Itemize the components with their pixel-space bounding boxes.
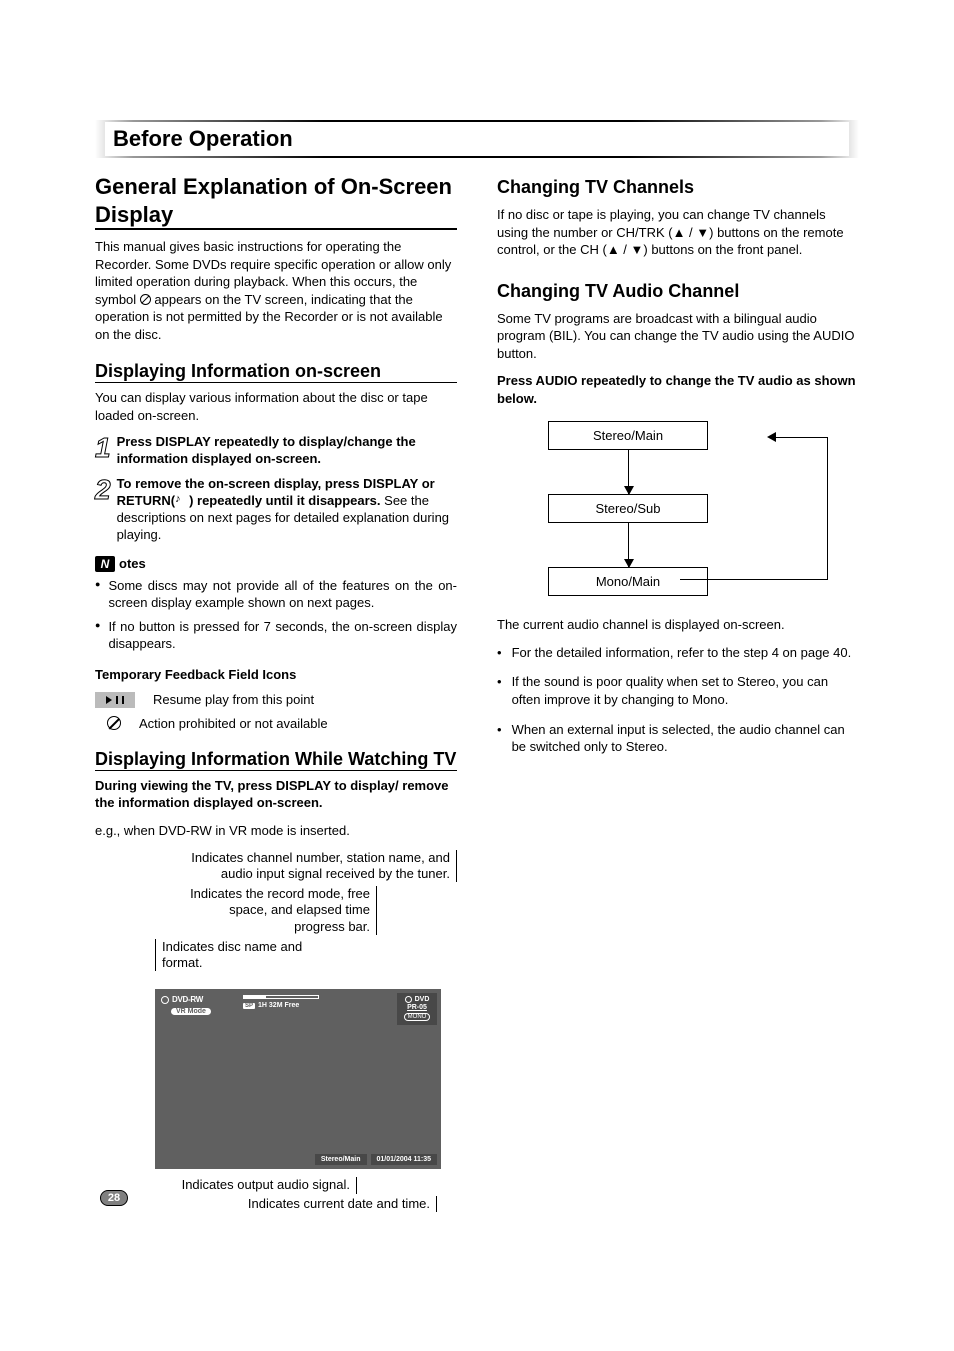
osd-sp-badge: SP: [243, 1003, 255, 1009]
audio-option-1: Stereo/Main: [548, 421, 708, 450]
b3-text: When an external input is selected, the …: [512, 721, 859, 756]
audio-option-2: Stereo/Sub: [548, 494, 708, 523]
resume-play-icon: [95, 692, 135, 708]
step2-bold-b: ) repeatedly until it disappears.: [189, 493, 380, 508]
osd-dvd-label: DVD: [415, 996, 430, 1003]
callout-tuner: Indicates channel number, station name, …: [161, 850, 457, 883]
audio-note-2: If the sound is poor quality when set to…: [497, 673, 859, 708]
step-number-1: 1: [95, 434, 111, 468]
osd-figure: Indicates channel number, station name, …: [95, 850, 457, 1212]
notes-list: Some discs may not provide all of the fe…: [95, 577, 457, 653]
osd-record-info: SP 1H 32M Free: [243, 995, 323, 1009]
section-title: Before Operation: [105, 122, 849, 156]
prohibited-icon: [140, 294, 151, 305]
changing-channels-heading: Changing TV Channels: [497, 177, 859, 198]
osd-screen: DVD-RW VR Mode SP 1H 32M Free: [155, 989, 441, 1169]
step-2-text: To remove the on-screen display, press D…: [117, 476, 457, 544]
prohibited-label: Action prohibited or not available: [139, 716, 328, 731]
callout-datetime: Indicates current date and time.: [181, 1196, 437, 1212]
changing-audio-heading: Changing TV Audio Channel: [497, 281, 859, 302]
note-item-2: If no button is pressed for 7 seconds, t…: [95, 618, 457, 653]
audio-note-1: For the detailed information, refer to t…: [497, 644, 859, 662]
notes-badge: N otes: [95, 556, 146, 572]
subheading-display-info: Displaying Information on-screen: [95, 361, 457, 383]
right-column: Changing TV Channels If no disc or tape …: [497, 173, 859, 1212]
osd-tuner-info: DVD PR-05 MONO: [397, 993, 437, 1025]
prohibited-icon: [107, 716, 121, 730]
osd-disc-info: DVD-RW VR Mode: [161, 995, 231, 1015]
note-item-1: Some discs may not provide all of the fe…: [95, 577, 457, 612]
osd-datetime: 01/01/2004 11:35: [371, 1154, 438, 1165]
osd-bottom-row: Stereo/Main 01/01/2004 11:35: [159, 1154, 437, 1165]
audio-displayed-note: The current audio channel is displayed o…: [497, 616, 859, 634]
tv-display-bold: During viewing the TV, press DISPLAY to …: [95, 777, 457, 812]
notes-icon: N: [95, 556, 115, 572]
audio-cycle-diagram: Stereo/Main Stereo/Sub Mono/Main: [528, 421, 828, 596]
temp-feedback-heading: Temporary Feedback Field Icons: [95, 667, 457, 682]
resume-label: Resume play from this point: [153, 692, 314, 707]
prohibited-icon-row: Action prohibited or not available: [95, 716, 457, 731]
intro-paragraph: This manual gives basic instructions for…: [95, 238, 457, 343]
changing-channels-body: If no disc or tape is playing, you can c…: [497, 206, 859, 259]
b2-text: If the sound is poor quality when set to…: [512, 673, 859, 708]
b1-text: For the detailed information, refer to t…: [512, 644, 852, 662]
resume-icon-row: Resume play from this point: [95, 692, 457, 708]
callout-record-mode: Indicates the record mode, free space, a…: [185, 886, 377, 935]
changing-audio-body: Some TV programs are broadcast with a bi…: [497, 310, 859, 363]
callout-disc-name: Indicates disc name and format.: [155, 939, 307, 972]
left-column: General Explanation of On-Screen Display…: [95, 173, 457, 1212]
osd-mono-badge: MONO: [404, 1013, 431, 1021]
return-icon: [175, 495, 189, 505]
section-header: Before Operation: [95, 120, 859, 158]
note1-text: Some discs may not provide all of the fe…: [108, 577, 457, 612]
audio-option-3: Mono/Main: [548, 567, 708, 596]
arrow-down-icon: [628, 523, 629, 567]
step-number-2: 2: [95, 476, 111, 544]
major-heading: General Explanation of On-Screen Display: [95, 173, 457, 230]
osd-progress-bar: [243, 995, 319, 999]
dvd-icon: [405, 996, 412, 1003]
display-intro: You can display various information abou…: [95, 389, 457, 424]
audio-instruction: Press AUDIO repeatedly to change the TV …: [497, 372, 859, 407]
audio-note-3: When an external input is selected, the …: [497, 721, 859, 756]
osd-pr-number: PR-05: [402, 1004, 432, 1011]
step-1-text: Press DISPLAY repeatedly to display/chan…: [117, 434, 457, 468]
disc-icon: [161, 996, 169, 1004]
osd-vr-mode: VR Mode: [171, 1008, 211, 1015]
page-number-badge: 28: [100, 1190, 128, 1206]
notes-word: otes: [119, 556, 146, 571]
subheading-tv-info: Displaying Information While Watching TV: [95, 749, 457, 771]
step-2: 2 To remove the on-screen display, press…: [95, 476, 457, 544]
osd-stereo-label: Stereo/Main: [315, 1154, 367, 1165]
callout-audio-signal: Indicates output audio signal.: [125, 1177, 357, 1193]
audio-notes-list: For the detailed information, refer to t…: [497, 644, 859, 756]
osd-free-time: 1H 32M Free: [258, 1002, 299, 1009]
step-1: 1 Press DISPLAY repeatedly to display/ch…: [95, 434, 457, 468]
osd-disc-type: DVD-RW: [172, 995, 203, 1004]
note2-text: If no button is pressed for 7 seconds, t…: [108, 618, 457, 653]
tv-example-label: e.g., when DVD-RW in VR mode is inserted…: [95, 822, 457, 840]
arrow-down-icon: [628, 450, 629, 494]
